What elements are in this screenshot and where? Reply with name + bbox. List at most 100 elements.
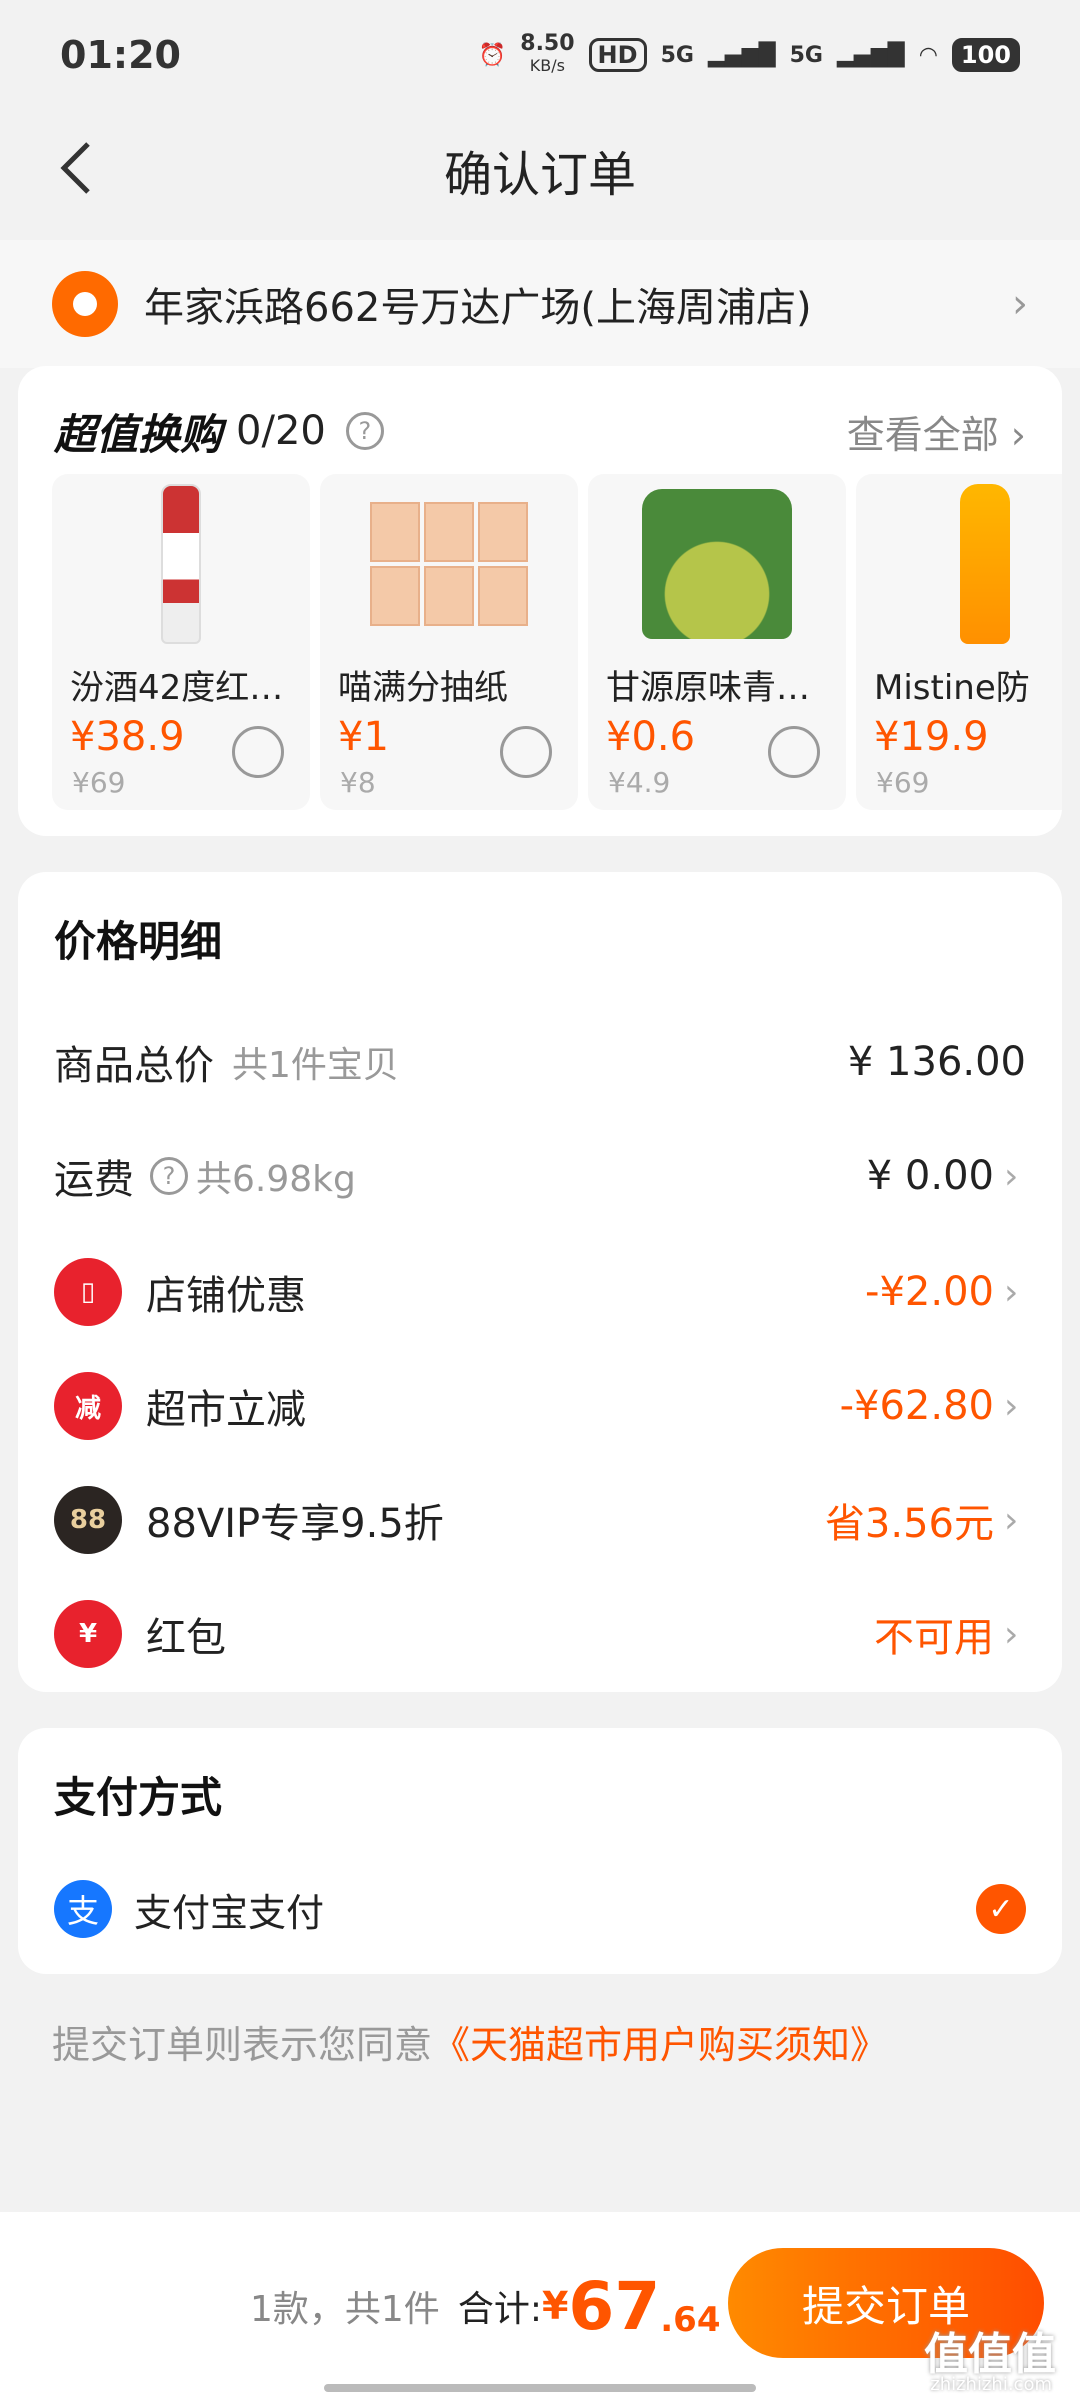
checkmark-icon[interactable]: ✓ xyxy=(976,1884,1026,1934)
speed-value: 8.50 xyxy=(520,31,575,56)
goods-total-row: 商品总价 共1件宝贝 ¥ 136.00 xyxy=(18,1022,1062,1102)
market-discount-row[interactable]: 减 超市立减 -¥62.80 › xyxy=(18,1366,1062,1446)
product-price: ¥0.6 xyxy=(606,714,696,760)
payment-option-alipay[interactable]: 支 支付宝支付 ✓ xyxy=(54,1880,1026,1938)
page-title: 确认订单 xyxy=(443,147,636,203)
view-all-link[interactable]: 查看全部 › xyxy=(847,404,1026,459)
price-detail-title: 价格明细 xyxy=(54,917,223,966)
battery-icon: 100 xyxy=(951,38,1020,72)
speed-unit: KB/s xyxy=(529,56,565,75)
reduce-icon: 减 xyxy=(54,1372,122,1440)
signal-bars-icon-2: ▂▄▆█ xyxy=(837,42,905,68)
goods-total-label: 商品总价 xyxy=(54,1043,214,1089)
exchange-count: 0/20 xyxy=(236,408,326,454)
product-original-price: ¥69 xyxy=(876,766,930,799)
checkout-bar: 1款，共1件 合计: ¥ 67 .64 提交订单 xyxy=(0,2212,1080,2400)
payment-card: 支付方式 支 支付宝支付 ✓ xyxy=(18,1728,1062,1974)
total-label: 合计: xyxy=(457,2289,542,2330)
goods-total-sub: 共1件宝贝 xyxy=(232,1045,399,1086)
product-image xyxy=(52,474,310,654)
product-price: ¥19.9 xyxy=(874,714,989,760)
vip-label: 88VIP专享9.5折 xyxy=(146,1501,444,1547)
product-original-price: ¥69 xyxy=(72,766,126,799)
chevron-right-icon: › xyxy=(1004,1155,1019,1197)
product-price: ¥1 xyxy=(338,714,389,760)
store-discount-row[interactable]: ▯ 店铺优惠 -¥2.00 › xyxy=(18,1252,1062,1332)
store-discount-label: 店铺优惠 xyxy=(146,1273,306,1319)
shipping-label: 运费 xyxy=(54,1157,134,1203)
network-speed: 8.50 KB/s xyxy=(520,33,574,77)
alarm-icon: ⏰ xyxy=(478,42,507,68)
back-button[interactable] xyxy=(40,128,110,208)
exchange-card: 超值换购 0/20 ? 查看全部 › 汾酒42度红… ¥38.9 ¥69 喵满分… xyxy=(18,366,1062,836)
total-currency: ¥ xyxy=(541,2284,569,2328)
shipping-row[interactable]: 运费 ? 共6.98kg ¥ 0.00 › xyxy=(18,1136,1062,1216)
vip-88-icon: 88 xyxy=(54,1486,122,1554)
chevron-right-icon: › xyxy=(1004,1499,1019,1541)
shipping-weight: 共6.98kg xyxy=(196,1159,356,1200)
product-name: 甘源原味青… xyxy=(606,668,810,708)
red-packet-row[interactable]: ¥ 红包 不可用 › xyxy=(18,1594,1062,1674)
status-time: 01:20 xyxy=(60,33,181,77)
product-card[interactable]: 甘源原味青… ¥0.6 ¥4.9 xyxy=(588,474,846,810)
product-name: 喵满分抽纸 xyxy=(338,668,508,708)
chevron-right-icon: › xyxy=(1004,1271,1019,1313)
select-radio[interactable] xyxy=(500,726,552,778)
status-icons: ⏰ 8.50 KB/s HD 5G ▂▄▆█ 5G ▂▄▆█ ◠ 100 xyxy=(479,33,1020,77)
status-bar: 01:20 ⏰ 8.50 KB/s HD 5G ▂▄▆█ 5G ▂▄▆█ ◠ 1… xyxy=(0,0,1080,110)
select-radio[interactable] xyxy=(768,726,820,778)
store-discount-value: -¥2.00 xyxy=(865,1269,994,1315)
shipping-value: ¥ 0.00 xyxy=(866,1153,994,1199)
agreement-link[interactable]: 《天猫超市用户购买须知》 xyxy=(432,2023,888,2067)
chevron-right-icon: › xyxy=(1004,1613,1019,1655)
agreement-text: 提交订单则表示您同意《天猫超市用户购买须知》 xyxy=(52,2014,888,2069)
chevron-left-icon xyxy=(60,142,90,194)
chevron-right-icon: › xyxy=(1004,1385,1019,1427)
help-icon[interactable]: ? xyxy=(345,412,384,450)
select-radio[interactable] xyxy=(232,726,284,778)
vip-row[interactable]: 88 88VIP专享9.5折 省3.56元 › xyxy=(18,1480,1062,1560)
help-icon[interactable]: ? xyxy=(150,1157,188,1195)
product-card[interactable]: 汾酒42度红… ¥38.9 ¥69 xyxy=(52,474,310,810)
alipay-icon: 支 xyxy=(54,1880,112,1938)
red-packet-label: 红包 xyxy=(146,1615,226,1661)
product-image xyxy=(588,474,846,654)
red-packet-icon: ¥ xyxy=(54,1600,122,1668)
product-card[interactable]: Mistine防 ¥19.9 ¥69 xyxy=(856,474,1062,810)
product-original-price: ¥8 xyxy=(340,766,376,799)
coupon-icon: ▯ xyxy=(54,1258,122,1326)
goods-total-value: ¥ 136.00 xyxy=(847,1039,1026,1085)
total-decimal: .64 xyxy=(660,2300,721,2340)
wifi-icon: ◠ xyxy=(918,42,938,68)
market-discount-label: 超市立减 xyxy=(146,1387,306,1433)
exchange-title: 超值换购 xyxy=(54,409,223,459)
market-discount-value: -¥62.80 xyxy=(839,1383,994,1429)
location-pin-icon xyxy=(52,271,118,337)
product-image xyxy=(856,474,1062,654)
red-packet-value: 不可用 xyxy=(874,1615,994,1661)
watermark-logo: 值值值 xyxy=(924,2329,1056,2380)
signal-5g-icon-2: 5G xyxy=(789,42,823,68)
payment-title: 支付方式 xyxy=(54,1773,223,1822)
product-name: Mistine防 xyxy=(874,668,1030,708)
total-integer: 67 xyxy=(568,2267,661,2345)
address-text: 年家浜路662号万达广场(上海周浦店) xyxy=(144,285,812,331)
home-indicator[interactable] xyxy=(324,2384,756,2392)
product-price: ¥38.9 xyxy=(70,714,185,760)
hd-icon: HD xyxy=(588,38,647,72)
product-image xyxy=(320,474,578,654)
product-card[interactable]: 喵满分抽纸 ¥1 ¥8 xyxy=(320,474,578,810)
product-original-price: ¥4.9 xyxy=(608,766,671,799)
signal-5g-icon: 5G xyxy=(660,42,694,68)
nav-bar: 确认订单 xyxy=(0,110,1080,230)
view-all-label: 查看全部 xyxy=(846,412,999,457)
vip-value: 省3.56元 xyxy=(824,1501,994,1547)
exchange-header: 超值换购 0/20 ? 查看全部 › xyxy=(18,366,1062,466)
signal-bars-icon: ▂▄▆█ xyxy=(707,42,776,68)
item-count: 1款，共1件 xyxy=(250,2289,440,2330)
product-name: 汾酒42度红… xyxy=(70,668,284,708)
agreement-prefix: 提交订单则表示您同意 xyxy=(52,2023,433,2067)
watermark-site: zhizhizhi.com xyxy=(930,2374,1052,2395)
price-detail-card: 价格明细 商品总价 共1件宝贝 ¥ 136.00 运费 ? 共6.98kg ¥ … xyxy=(18,872,1062,1692)
address-bar[interactable]: 年家浜路662号万达广场(上海周浦店) › xyxy=(0,240,1080,368)
